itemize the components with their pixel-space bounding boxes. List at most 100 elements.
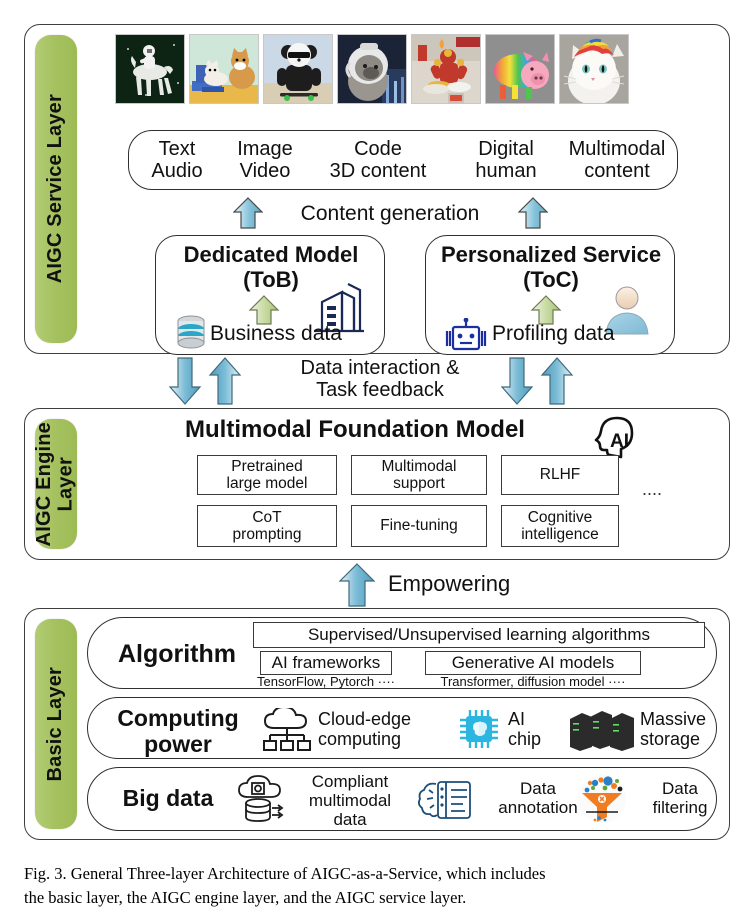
dedicated-model-title-line1: Dedicated Model: [183, 242, 359, 267]
personalized-service-card: Personalized Service (ToC) Profiling dat…: [425, 235, 675, 355]
content-type-text-2: Code 3D content: [312, 138, 444, 183]
compliant-label-line1: Compliant: [311, 772, 389, 791]
dedicated-model-data-label: Business data: [210, 322, 342, 345]
cloud-edge-label-line1: Cloud-edge: [318, 709, 412, 729]
capability-multimodal-support: Multimodal support: [351, 455, 487, 495]
content-type-4-bottom: content: [584, 160, 650, 183]
cloud-edge-computing-label: Cloud-edge computing: [318, 709, 450, 749]
personalized-service-data-label: Profiling data: [492, 322, 615, 345]
funnel-filter-icon: [574, 774, 630, 829]
big-data-title: Big data: [122, 785, 214, 811]
content-type-text-4: Multimodal content: [561, 138, 673, 183]
algorithm-card: Algorithm Supervised/Unsupervised learni…: [87, 617, 717, 689]
algorithm-generative-models-sub: Transformer, diffusion model ····: [440, 674, 626, 689]
thumbnail-iron-man-cooking: [411, 34, 481, 104]
content-generation-label: Content generation: [300, 202, 480, 225]
engine-layer-title: Multimodal Foundation Model: [185, 416, 525, 443]
compliant-multimodal-data-label: Compliant multimodal data: [290, 772, 410, 829]
data-filtering-label-line1: Data: [662, 779, 698, 798]
content-type-text-0: Text Audio: [137, 138, 217, 183]
capability-fine-tuning: Fine-tuning: [351, 505, 487, 547]
content-types-card: Text Audio Image Video Code 3D content D…: [128, 130, 678, 190]
content-type-1-top: Image: [237, 138, 293, 160]
thumbnail-cat-and-corgi-painting: [189, 34, 259, 104]
content-type-3-bottom: human: [475, 160, 537, 183]
data-interaction-arrow-up-left: [208, 357, 242, 410]
basic-layer-label: Basic Layer: [44, 666, 67, 782]
content-generation-arrow-left: [232, 197, 264, 234]
compliant-label-line3: data: [333, 810, 367, 830]
empowering-arrow: [338, 563, 376, 612]
figure-caption-line1: Fig. 3. General Three-layer Architecture…: [24, 864, 546, 883]
algorithm-top-box: Supervised/Unsupervised learning algorit…: [253, 622, 705, 648]
content-type-0-top: Text: [158, 138, 196, 160]
big-data-card: Big data Compliant multimodal data Data …: [87, 767, 717, 831]
data-interaction-arrow-up-right: [540, 357, 574, 410]
thumbnail-panda-skateboarding: [263, 34, 333, 104]
aigc-service-layer-label: AIGC Service Layer: [44, 94, 67, 284]
ai-chip-label: AI chip: [508, 709, 564, 749]
server-rack-icon: [568, 707, 636, 756]
thumbnail-rainbow-striped-pig: [485, 34, 555, 104]
data-interaction-arrow-down-left: [168, 357, 202, 410]
algorithm-ai-frameworks-sub: TensorFlow, Pytorch ····: [257, 674, 395, 689]
content-type-text-3: Digital human: [451, 138, 561, 183]
generated-image-thumbnails: [115, 34, 629, 104]
capability-cot-prompting: CoT prompting: [197, 505, 337, 547]
svg-text:AI: AI: [610, 431, 629, 452]
algorithm-ai-frameworks-box: AI frameworks: [260, 651, 392, 675]
basic-layer: Basic Layer Algorithm Supervised/Unsuper…: [24, 608, 730, 840]
massive-storage-label-line1: Massive: [640, 709, 707, 729]
aigc-engine-layer-tab: AIGC Engine Layer: [33, 419, 77, 549]
capability-pretrained-large-model: Pretrained large model: [197, 455, 337, 495]
content-type-1-bottom: Video: [239, 160, 291, 183]
engine-layer-ellipsis: ....: [641, 479, 662, 499]
computing-power-card: Computing power Cloud-edge computing AI …: [87, 697, 717, 759]
algorithm-title: Algorithm: [117, 640, 237, 668]
content-generation-arrow-right: [517, 197, 549, 234]
massive-storage-label: Massive storage: [640, 709, 740, 749]
data-interaction-label-line1: Data interaction &: [300, 357, 460, 379]
cloud-network-icon: [260, 705, 316, 757]
thumbnail-astronaut-riding-horse: [115, 34, 185, 104]
data-filtering-label-line2: filtering: [652, 798, 708, 818]
aigc-service-layer: AIGC Service Layer Text Audio Image Vide…: [24, 24, 730, 355]
empowering-label: Empowering: [388, 571, 511, 596]
computing-power-title-line2: power: [144, 730, 212, 757]
content-type-4-top: Multimodal: [568, 138, 666, 160]
algorithm-generative-models-box: Generative AI models: [425, 651, 641, 675]
figure-caption: Fig. 3. General Three-layer Architecture…: [24, 862, 724, 910]
data-interaction-label: Data interaction & Task feedback: [270, 357, 490, 402]
computing-power-title-line1: Computing: [117, 705, 239, 731]
data-interaction-arrow-down-right: [500, 357, 534, 410]
capability-rlhf: RLHF: [501, 455, 619, 495]
dedicated-model-card: Dedicated Model (ToB) Business data: [155, 235, 385, 355]
data-interaction-label-line2: Task feedback: [316, 379, 444, 402]
cloud-edge-label-line2: computing: [318, 729, 402, 750]
content-type-0-bottom: Audio: [151, 160, 203, 183]
data-filtering-label: Data filtering: [630, 779, 730, 817]
capability-cognitive-intelligence: Cognitive intelligence: [501, 505, 619, 547]
massive-storage-label-line2: storage: [640, 729, 701, 750]
thumbnail-raccoon-astronaut-helmet: [337, 34, 407, 104]
ai-chip-label-line2: chip: [508, 729, 542, 750]
content-type-3-top: Digital: [478, 138, 534, 160]
ai-chip-label-line1: AI: [508, 709, 526, 729]
brain-document-icon: [417, 778, 474, 827]
personalized-service-title-line1: Personalized Service: [440, 242, 662, 267]
content-type-2-bottom: 3D content: [329, 160, 427, 183]
aigc-engine-layer: AIGC Engine Layer Multimodal Foundation …: [24, 408, 730, 560]
figure-root: AIGC Service Layer Text Audio Image Vide…: [0, 0, 754, 917]
compliant-label-line2: multimodal: [308, 791, 392, 811]
database-icon: [174, 314, 208, 357]
aigc-service-layer-tab: AIGC Service Layer: [35, 35, 77, 343]
aigc-engine-layer-label: AIGC Engine Layer: [33, 421, 77, 547]
cloud-database-icon: [234, 775, 288, 830]
figure-caption-line2: the basic layer, the AIGC engine layer, …: [24, 887, 467, 907]
ai-chip-icon: [456, 706, 504, 757]
content-type-2-top: Code: [354, 138, 402, 160]
robot-icon: [442, 317, 490, 357]
computing-power-title: Computing power: [98, 705, 258, 758]
basic-layer-tab: Basic Layer: [35, 619, 77, 829]
thumbnail-rainbow-hair-cat: [559, 34, 629, 104]
